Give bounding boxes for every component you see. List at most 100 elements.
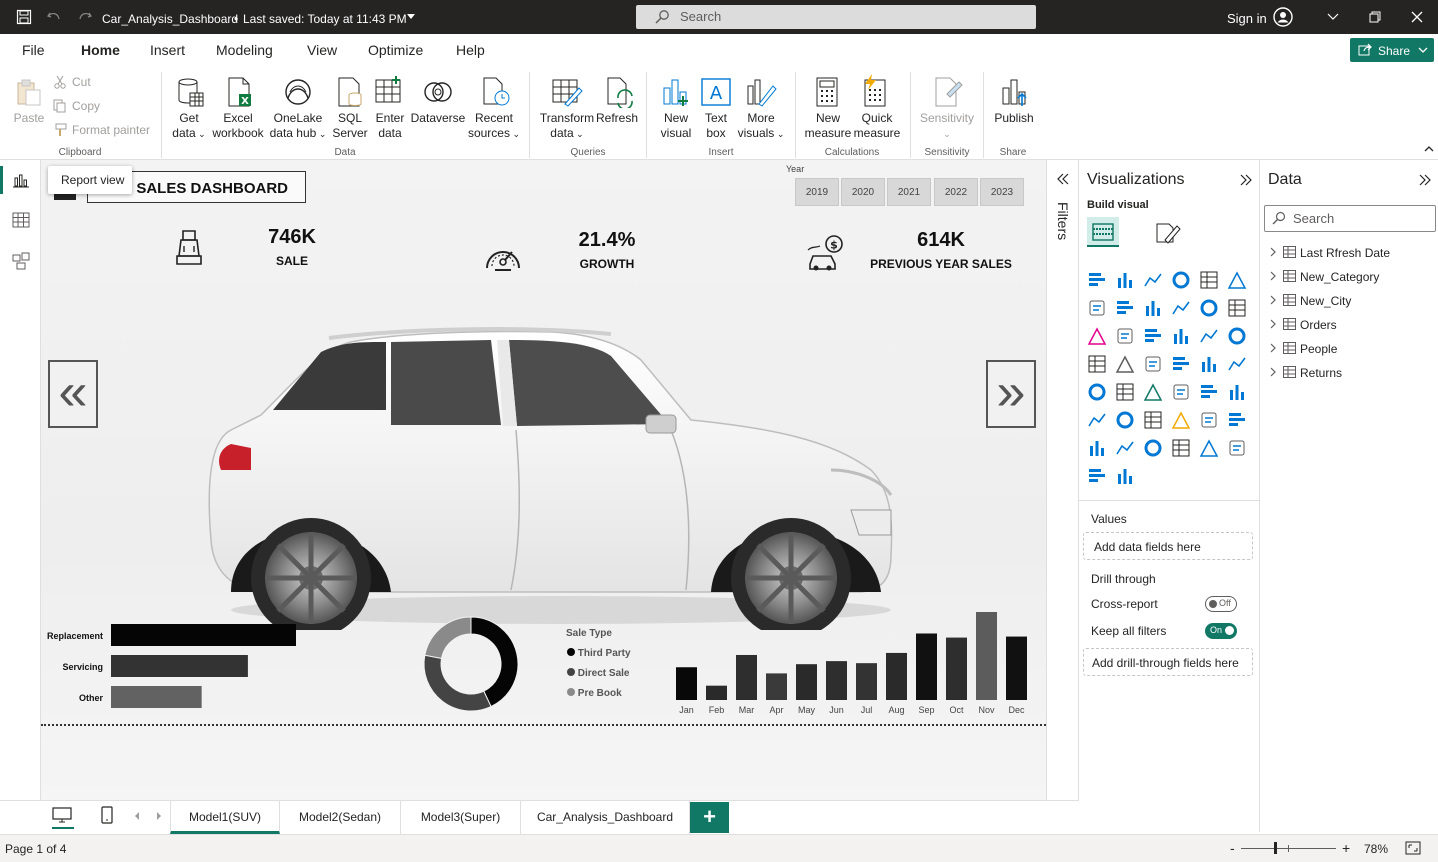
legend-item-direct-sale[interactable]: Direct Sale [567, 664, 631, 684]
column-feb[interactable] [706, 685, 727, 700]
column-aug[interactable] [886, 652, 907, 700]
legend-item-pre-book[interactable]: Pre Book [567, 684, 631, 704]
dataverse-icon[interactable] [422, 78, 454, 106]
more-visuals-icon[interactable] [1227, 438, 1249, 460]
zoom-out-button[interactable]: - [1230, 840, 1235, 856]
search-box[interactable]: Search [636, 5, 1036, 29]
monthly-sales-column-chart[interactable]: Jan Feb Mar Apr May Jun Jul Aug Sep Oct Nov Dec [671, 608, 1036, 718]
onelake-icon[interactable] [282, 76, 314, 108]
more-visuals-label[interactable]: More visuals ⌄ [736, 111, 786, 142]
custom-visual-icon[interactable] [1115, 466, 1137, 488]
excel-icon[interactable]: X [225, 76, 255, 108]
100-column-icon[interactable] [1227, 270, 1249, 292]
redo-icon[interactable] [77, 9, 93, 25]
menu-file[interactable]: File [22, 42, 45, 58]
menu-optimize[interactable]: Optimize [368, 42, 423, 58]
desktop-layout-icon[interactable] [52, 807, 72, 823]
data-table-item[interactable]: New_City [1300, 294, 1351, 308]
expand-chevron-icon[interactable] [1270, 343, 1276, 353]
analytics-search-icon[interactable] [1087, 466, 1109, 488]
cut-icon[interactable] [53, 75, 67, 89]
qa-icon[interactable] [1143, 410, 1165, 432]
quick-measure-icon[interactable] [860, 74, 890, 108]
donut-chart-icon[interactable] [1199, 326, 1221, 348]
legend-item-third-party[interactable]: Third Party [567, 644, 631, 664]
gauge-icon[interactable] [1171, 354, 1193, 376]
bar-other[interactable] [111, 686, 202, 708]
expand-chevron-icon[interactable] [1270, 247, 1276, 257]
share-button[interactable]: Share [1350, 38, 1434, 62]
data-table-item[interactable]: Orders [1300, 318, 1337, 332]
column-jul[interactable] [856, 663, 877, 700]
tab-scroll-right-icon[interactable] [156, 812, 162, 820]
get-data-label[interactable]: Get data ⌄ [168, 111, 210, 142]
more-visuals-icon[interactable] [745, 76, 777, 108]
refresh-icon[interactable] [604, 76, 636, 108]
column-jan[interactable] [676, 667, 697, 700]
line-column-icon[interactable] [1171, 298, 1193, 320]
user-avatar-icon[interactable] [1273, 7, 1293, 27]
undo-icon[interactable] [46, 9, 62, 25]
cut-label[interactable]: Cut [72, 75, 91, 90]
expand-chevron-icon[interactable] [1270, 367, 1276, 377]
filters-pane-collapsed[interactable]: Filters [1046, 160, 1079, 832]
r-visual-icon[interactable] [1199, 382, 1221, 404]
pie-chart-icon[interactable] [1171, 326, 1193, 348]
new-visual-icon[interactable] [661, 76, 691, 108]
format-painter-icon[interactable] [53, 123, 67, 137]
clustered-column-icon[interactable] [1171, 270, 1193, 292]
data-search-input[interactable]: Search [1264, 205, 1436, 232]
card-icon[interactable] [1199, 354, 1221, 376]
line-clustered-column-icon[interactable] [1199, 298, 1221, 320]
column-nov[interactable] [976, 612, 997, 700]
refresh-label[interactable]: Refresh [596, 111, 638, 126]
data-table-item[interactable]: New_Category [1300, 270, 1379, 284]
quick-measure-label[interactable]: Quick measure [852, 111, 902, 141]
copy-icon[interactable] [53, 99, 67, 113]
transform-data-icon[interactable] [551, 76, 583, 108]
tab-model1-suv[interactable]: Model1(SUV) [170, 801, 280, 834]
azure-map-icon[interactable] [1143, 354, 1165, 376]
area-chart-icon[interactable] [1115, 298, 1137, 320]
data-table-item[interactable]: People [1300, 342, 1337, 356]
menu-modeling[interactable]: Modeling [216, 42, 273, 58]
menu-help[interactable]: Help [456, 42, 485, 58]
transform-data-label[interactable]: Transform data ⌄ [538, 111, 596, 142]
menu-home[interactable]: Home [81, 42, 120, 58]
model-view-icon[interactable] [12, 252, 30, 270]
100-bar-icon[interactable] [1199, 270, 1221, 292]
matrix-icon[interactable] [1171, 382, 1193, 404]
previous-page-button[interactable]: « [48, 360, 98, 428]
add-page-button[interactable]: + [690, 802, 729, 833]
expand-chevron-icon[interactable] [1270, 271, 1276, 281]
drill-through-drop-zone[interactable]: Add drill-through fields here [1083, 648, 1253, 676]
donut-slice-pre-book[interactable] [424, 616, 472, 659]
key-influencers-icon[interactable] [1087, 410, 1109, 432]
zoom-in-button[interactable]: + [1342, 840, 1350, 856]
filled-map-icon[interactable] [1115, 354, 1137, 376]
column-sep[interactable] [916, 633, 937, 700]
recent-sources-label[interactable]: Recent sources ⌄ [466, 111, 522, 142]
sql-server-icon[interactable] [336, 76, 366, 108]
sensitivity-icon[interactable] [933, 76, 963, 108]
stacked-bar-icon[interactable] [1087, 270, 1109, 292]
year-button-2020[interactable]: 2020 [841, 178, 885, 206]
ribbon-chart-icon[interactable] [1227, 298, 1249, 320]
slicer-icon[interactable] [1115, 382, 1137, 404]
arcgis-map-icon[interactable] [1143, 438, 1165, 460]
mobile-layout-icon[interactable] [101, 806, 113, 824]
tab-scroll-left-icon[interactable] [134, 812, 140, 820]
collapse-data-icon[interactable] [1418, 173, 1432, 187]
report-view-icon[interactable] [12, 172, 30, 188]
paste-label[interactable]: Paste [12, 111, 46, 126]
expand-filters-icon[interactable] [1056, 172, 1070, 186]
treemap-icon[interactable] [1227, 326, 1249, 348]
multirow-card-icon[interactable] [1227, 354, 1249, 376]
dataverse-label[interactable]: Dataverse [410, 111, 466, 126]
python-visual-icon[interactable] [1227, 382, 1249, 404]
sensitivity-label[interactable]: Sensitivity ⌄ [916, 111, 978, 142]
get-data-icon[interactable] [175, 76, 205, 108]
tab-car-analysis-dashboard[interactable]: Car_Analysis_Dashboard [521, 801, 690, 834]
tab-model2-sedan[interactable]: Model2(Sedan) [280, 801, 401, 834]
values-drop-zone[interactable]: Add data fields here [1083, 532, 1253, 560]
